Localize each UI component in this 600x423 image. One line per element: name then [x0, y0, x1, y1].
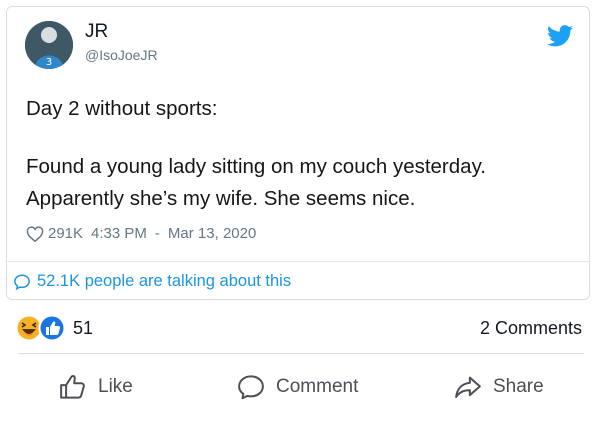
tweet-text-line-1: Day 2 without sports: [26, 97, 218, 120]
card-divider [7, 261, 589, 262]
like-reaction-icon [38, 314, 66, 342]
meta-separator: - [154, 225, 160, 242]
tweet-date[interactable]: Mar 13, 2020 [168, 225, 256, 242]
share-arrow-icon [455, 376, 481, 398]
tweet-card[interactable]: 3 JR @IsoJoeJR Day 2 without sports: Fou… [6, 6, 590, 300]
tweet-text-line-2: Found a young lady sitting on my couch y… [26, 155, 486, 178]
tweet-text-line-3: Apparently she’s my wife. She seems nice… [26, 187, 416, 210]
comment-button[interactable]: Comment [236, 360, 358, 414]
reaction-icons[interactable] [15, 314, 71, 342]
user-handle[interactable]: @IsoJoeJR [85, 47, 158, 63]
avatar[interactable]: 3 [25, 21, 73, 69]
comment-label: Comment [276, 376, 359, 397]
like-count: 291K [48, 225, 84, 242]
like-label: Like [98, 376, 133, 397]
actions-row: Like Comment Share [0, 360, 600, 414]
comments-count[interactable]: 2 Comments [480, 318, 582, 339]
like-button[interactable]: Like [58, 360, 133, 414]
tweet-meta: 291K 4:33 PM - Mar 13, 2020 [26, 225, 264, 242]
twitter-bird-icon[interactable] [547, 25, 573, 47]
avatar-image: 3 [25, 21, 73, 69]
avatar-jersey-number: 3 [46, 57, 52, 68]
speech-bubble-icon [14, 273, 30, 290]
display-name[interactable]: JR [85, 21, 108, 43]
reactions-row: 51 2 Comments [0, 311, 600, 347]
talking-link[interactable]: 52.1K people are talking about this [13, 272, 291, 291]
tweet-time[interactable]: 4:33 PM [91, 225, 147, 242]
thumbs-up-icon [60, 375, 85, 399]
share-button[interactable]: Share [453, 360, 544, 414]
talking-text: 52.1K people are talking about this [37, 272, 292, 290]
heart-icon[interactable] [26, 225, 44, 242]
reaction-count[interactable]: 51 [73, 318, 93, 339]
haha-reaction-icon [15, 314, 43, 342]
comment-bubble-icon [238, 375, 264, 400]
share-label: Share [493, 376, 544, 397]
actions-divider [18, 353, 584, 354]
